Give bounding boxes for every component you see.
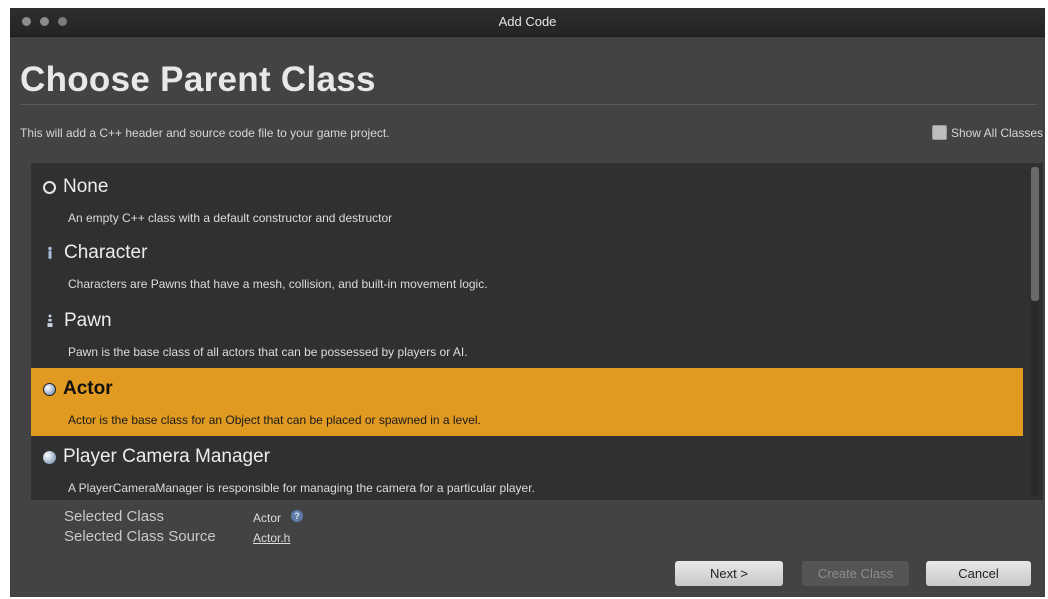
selected-class-label: Selected Class [64,508,165,525]
sphere-icon [43,450,56,464]
selected-class-source-link[interactable]: Actor.h [253,531,290,545]
class-description: Actor is the base class for an Object th… [68,413,481,427]
class-description: A PlayerCameraManager is responsible for… [68,481,535,495]
title-divider [20,104,1037,105]
scrollbar-track[interactable] [1031,167,1039,496]
page-title: Choose Parent Class [20,60,376,99]
character-icon [48,246,52,259]
class-description: Pawn is the base class of all actors tha… [68,345,468,359]
class-item-character[interactable]: Character Characters are Pawns that have… [31,232,1023,300]
window-title: Add Code [498,14,557,29]
show-all-classes-checkbox[interactable]: Show All Classes [931,125,1043,140]
page-subtitle: This will add a C++ header and source co… [20,126,390,140]
actor-sphere-icon [43,382,56,396]
next-button[interactable]: Next > [675,561,783,586]
class-name: Pawn [64,310,112,331]
add-code-dialog: Add Code Choose Parent Class This will a… [10,8,1045,597]
create-class-button[interactable]: Create Class [802,561,909,586]
class-name: Player Camera Manager [63,446,270,467]
class-item-pawn[interactable]: Pawn Pawn is the base class of all actor… [31,300,1023,368]
circle-outline-icon [43,180,56,194]
class-name: None [63,176,109,197]
class-name: Character [64,242,148,263]
selected-class-value: Actor [253,511,282,525]
class-item-none[interactable]: None An empty C++ class with a default c… [31,166,1023,234]
class-description: An empty C++ class with a default constr… [68,211,393,225]
cancel-button[interactable]: Cancel [926,561,1031,586]
help-icon[interactable]: ? [291,510,303,522]
checkbox-icon[interactable] [931,125,947,140]
class-name: Actor [63,378,113,399]
class-list: None An empty C++ class with a default c… [31,163,1043,500]
class-item-player-camera-manager[interactable]: Player Camera Manager A PlayerCameraMana… [31,436,1023,500]
class-item-actor[interactable]: Actor Actor is the base class for an Obj… [31,368,1023,436]
class-description: Characters are Pawns that have a mesh, c… [68,277,488,291]
show-all-classes-label: Show All Classes [950,125,1043,140]
scrollbar-thumb[interactable] [1031,167,1039,301]
pawn-icon [47,314,53,327]
selected-class-source-label: Selected Class Source [64,528,216,545]
title-bar: Add Code [10,8,1045,37]
